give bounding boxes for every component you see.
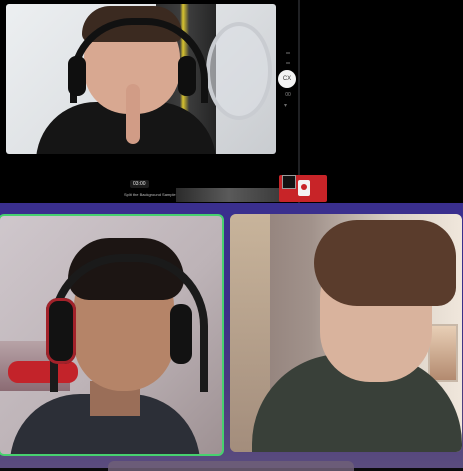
panel-divider [298, 0, 300, 203]
zoom-sub-label: 00 [285, 92, 291, 98]
shared-video-feed [6, 4, 276, 154]
control-dot [286, 62, 290, 64]
video-call-area [0, 203, 463, 471]
thumbnail-strip[interactable] [176, 188, 281, 202]
zoom-button[interactable]: CX [278, 70, 296, 88]
participant-hair [314, 220, 456, 306]
shush-finger [126, 84, 140, 144]
headset-right-cup [178, 56, 196, 96]
participant-tile-speaking[interactable] [0, 214, 224, 456]
headset-left-cup [68, 56, 86, 96]
headset-left-cup [46, 298, 76, 364]
bottom-toolbar-handle[interactable] [108, 461, 354, 471]
shared-screen-panel: CX 00 ▾ 03:00 Split the Background Sampl… [0, 0, 463, 203]
wall-picture [428, 324, 458, 382]
chevron-down-icon[interactable]: ▾ [284, 102, 287, 109]
recording-timer: 03:00 [130, 180, 149, 188]
participant-tile[interactable] [230, 214, 462, 452]
top-panel-edge [329, 175, 463, 202]
video-side-controls: CX 00 ▾ [278, 40, 298, 120]
headset-right-cup [170, 304, 192, 364]
stop-button[interactable] [282, 175, 296, 189]
control-dot [286, 52, 290, 54]
record-icon [298, 180, 310, 196]
desk-fan [206, 22, 272, 120]
